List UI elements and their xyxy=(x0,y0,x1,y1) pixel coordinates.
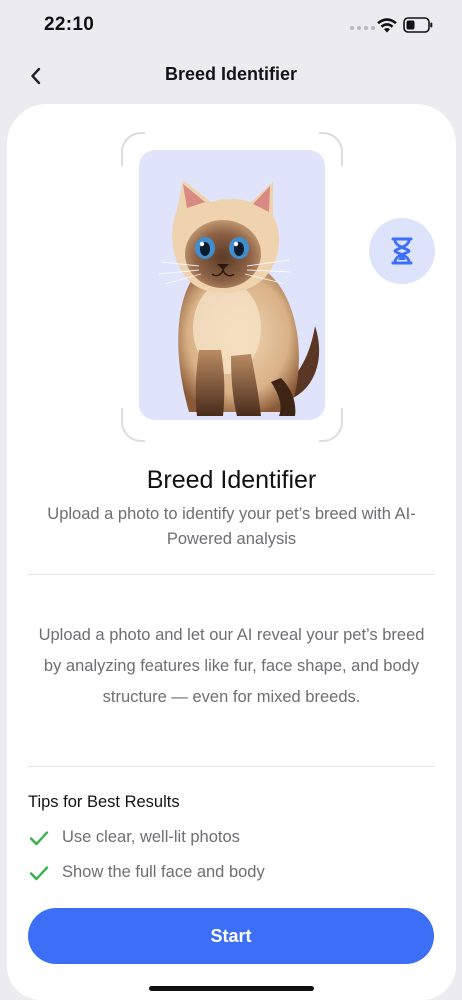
breed-identifier-card: Breed Identifier Upload a photo to ident… xyxy=(7,104,456,1000)
cat-photo xyxy=(139,150,325,420)
check-icon xyxy=(29,865,49,880)
photo-frame xyxy=(121,132,343,442)
hero-subtitle: Upload a photo to identify your pet’s br… xyxy=(47,505,416,548)
analysis-timer-badge xyxy=(369,218,435,284)
start-button[interactable]: Start xyxy=(28,908,434,964)
tip-item: Show the full face and body xyxy=(28,863,265,882)
divider xyxy=(28,766,435,767)
frame-corner xyxy=(319,408,343,442)
cellular-signal-icon xyxy=(350,26,375,30)
page-title: Breed Identifier xyxy=(164,64,298,84)
tip-label: Show the full face and body xyxy=(62,863,265,881)
wifi-icon xyxy=(377,18,397,33)
divider xyxy=(28,574,435,575)
tip-label: Use clear, well-lit photos xyxy=(62,828,240,846)
siamese-cat-illustration xyxy=(158,180,320,416)
hourglass-icon xyxy=(391,237,413,265)
feature-description: Upload a photo and let our AI reveal you… xyxy=(38,626,425,706)
tips-heading: Tips for Best Results xyxy=(28,793,180,811)
status-time: 22:10 xyxy=(44,14,95,35)
tip-item: Use clear, well-lit photos xyxy=(28,828,240,847)
battery-icon xyxy=(403,17,433,33)
status-bar: 22:10 xyxy=(0,0,462,52)
hero-title: Breed Identifier xyxy=(146,466,317,494)
navigation-bar: Breed Identifier xyxy=(0,52,462,98)
home-indicator xyxy=(149,986,314,991)
check-icon xyxy=(29,830,49,845)
